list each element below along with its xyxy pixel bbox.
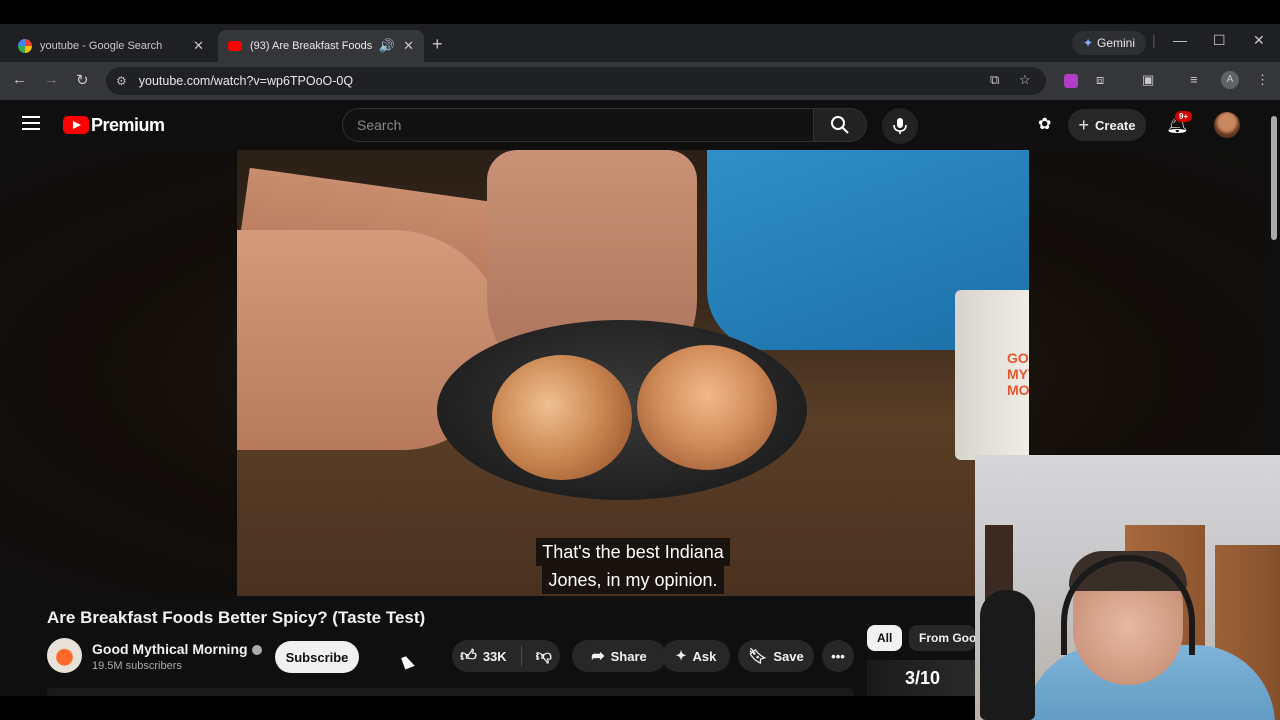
channel-name-text: Good Mythical Morning: [92, 641, 248, 657]
browser-toolbar: ← → ↻ ⚙ youtube.com/watch?v=wp6TPOoO-0Q …: [0, 62, 1280, 100]
like-count: 33K: [482, 648, 507, 664]
search-button[interactable]: [813, 108, 867, 142]
ask-button[interactable]: ✦ Ask: [662, 640, 730, 672]
thumbnail-text: 3/10: [905, 668, 941, 688]
youtube-header: Premium ✿ + Create 🔔︎ 9+: [0, 100, 1268, 150]
video-title: Are Breakfast Foods Better Spicy? (Taste…: [47, 608, 426, 627]
description-box-top[interactable]: [47, 688, 853, 696]
caption-line: Jones, in my opinion.: [542, 566, 724, 594]
youtube-favicon-icon: [228, 41, 242, 51]
share-arrow-icon: ➦: [591, 648, 605, 665]
browser-tab-strip: youtube - Google Search ✕ (93) Are Break…: [0, 24, 1280, 62]
create-label: Create: [1095, 117, 1136, 133]
like-button[interactable]: 👍︎ 33K: [460, 647, 507, 666]
premium-logo-text[interactable]: Premium: [91, 115, 165, 136]
subscribe-button[interactable]: Subscribe: [275, 641, 359, 673]
save-button[interactable]: 🔖︎ Save: [738, 640, 814, 672]
bookmark-star-icon[interactable]: ☆: [1019, 72, 1031, 88]
gemini-label: Gemini: [1097, 36, 1136, 50]
microphone-icon: [893, 118, 907, 134]
audio-playing-icon[interactable]: 🔊: [379, 38, 395, 54]
like-dislike-group: 👍︎ 33K 👎︎: [452, 640, 560, 672]
subscriber-count: 19.5M subscribers: [92, 660, 182, 672]
install-app-icon[interactable]: ⧉: [990, 72, 999, 88]
maximize-button[interactable]: ☐: [1213, 32, 1226, 49]
create-button[interactable]: + Create: [1068, 109, 1146, 141]
tabstrip-separator: |: [1152, 32, 1156, 48]
gemini-button[interactable]: ✦ Gemini: [1072, 31, 1146, 55]
address-bar[interactable]: ⚙ youtube.com/watch?v=wp6TPOoO-0Q: [106, 67, 1046, 95]
close-tab-icon[interactable]: ✕: [403, 38, 414, 54]
gemini-sparkle-icon: ✦: [1082, 36, 1094, 50]
save-label: Save: [773, 648, 804, 664]
verified-badge-icon: [251, 645, 262, 656]
channel-avatar[interactable]: [47, 638, 82, 673]
video-frame-cinnamon-roll: [637, 345, 777, 470]
premium-gift-icon[interactable]: ✿: [1038, 114, 1051, 134]
tab-google-search[interactable]: youtube - Google Search ✕: [8, 30, 214, 62]
thumbs-up-icon: 👍︎: [460, 647, 477, 665]
mug-logo-text: GO MYTHI MOR: [1007, 350, 1029, 398]
ask-label: Ask: [692, 648, 717, 664]
media-controls-icon[interactable]: ≡: [1190, 72, 1198, 87]
notifications-badge: 9+: [1175, 111, 1193, 122]
close-window-button[interactable]: ✕: [1253, 32, 1265, 49]
dislike-button[interactable]: 👎︎: [536, 647, 552, 666]
share-label: Share: [610, 648, 647, 664]
split-view-icon[interactable]: ▣: [1142, 72, 1154, 88]
extensions-puzzle-icon[interactable]: ⧈: [1096, 72, 1104, 88]
reload-button[interactable]: ↻: [76, 71, 89, 89]
search-icon: [831, 116, 849, 134]
chip-from-channel[interactable]: From Goo: [909, 625, 975, 651]
video-frame-cinnamon-roll: [492, 355, 632, 480]
search-input[interactable]: [343, 109, 813, 141]
channel-name[interactable]: Good Mythical Morning: [92, 641, 262, 657]
minimize-button[interactable]: —: [1173, 32, 1187, 48]
video-player[interactable]: GO MYTHI MOR That's the best Indiana Jon…: [237, 150, 1029, 596]
url-text: youtube.com/watch?v=wp6TPOoO-0Q: [138, 74, 354, 88]
user-avatar[interactable]: [1214, 112, 1240, 138]
new-tab-button[interactable]: +: [432, 34, 443, 55]
more-actions-button[interactable]: •••: [822, 640, 854, 672]
share-button[interactable]: ➦ Share: [572, 640, 666, 672]
scrollbar-thumb[interactable]: [1271, 116, 1277, 240]
hamburger-menu-icon[interactable]: [22, 116, 40, 130]
profile-avatar-icon[interactable]: A: [1221, 71, 1239, 89]
youtube-logo-icon[interactable]: [63, 116, 89, 134]
forward-button[interactable]: →: [44, 71, 59, 88]
bookmark-icon: 🔖︎: [748, 648, 768, 665]
screen-top-border: [0, 0, 1280, 24]
extension-icon[interactable]: [1064, 74, 1078, 88]
plus-icon: +: [1078, 114, 1090, 135]
search-box[interactable]: [342, 108, 814, 142]
voice-search-button[interactable]: [882, 108, 918, 144]
like-divider: [520, 645, 522, 667]
tab-title: youtube - Google Search: [40, 40, 163, 52]
webcam-overlay: [975, 455, 1280, 720]
sparkle-icon: ✦: [675, 648, 687, 663]
tab-title: (93) Are Breakfast Foods Be: [250, 40, 375, 52]
video-captions: That's the best Indiana Jones, in my opi…: [237, 538, 1029, 594]
tab-youtube-video[interactable]: (93) Are Breakfast Foods Be 🔊 ✕: [218, 30, 424, 62]
close-tab-icon[interactable]: ✕: [193, 38, 204, 54]
site-info-icon[interactable]: ⚙: [116, 74, 127, 88]
webcam-microphone: [980, 590, 1035, 720]
back-button[interactable]: ←: [12, 71, 27, 88]
caption-line: That's the best Indiana: [536, 538, 730, 566]
chip-all[interactable]: All: [867, 625, 903, 651]
more-horizontal-icon: •••: [831, 648, 845, 664]
menu-kebab-icon[interactable]: ⋮: [1256, 72, 1269, 88]
google-favicon-icon: [18, 39, 32, 53]
